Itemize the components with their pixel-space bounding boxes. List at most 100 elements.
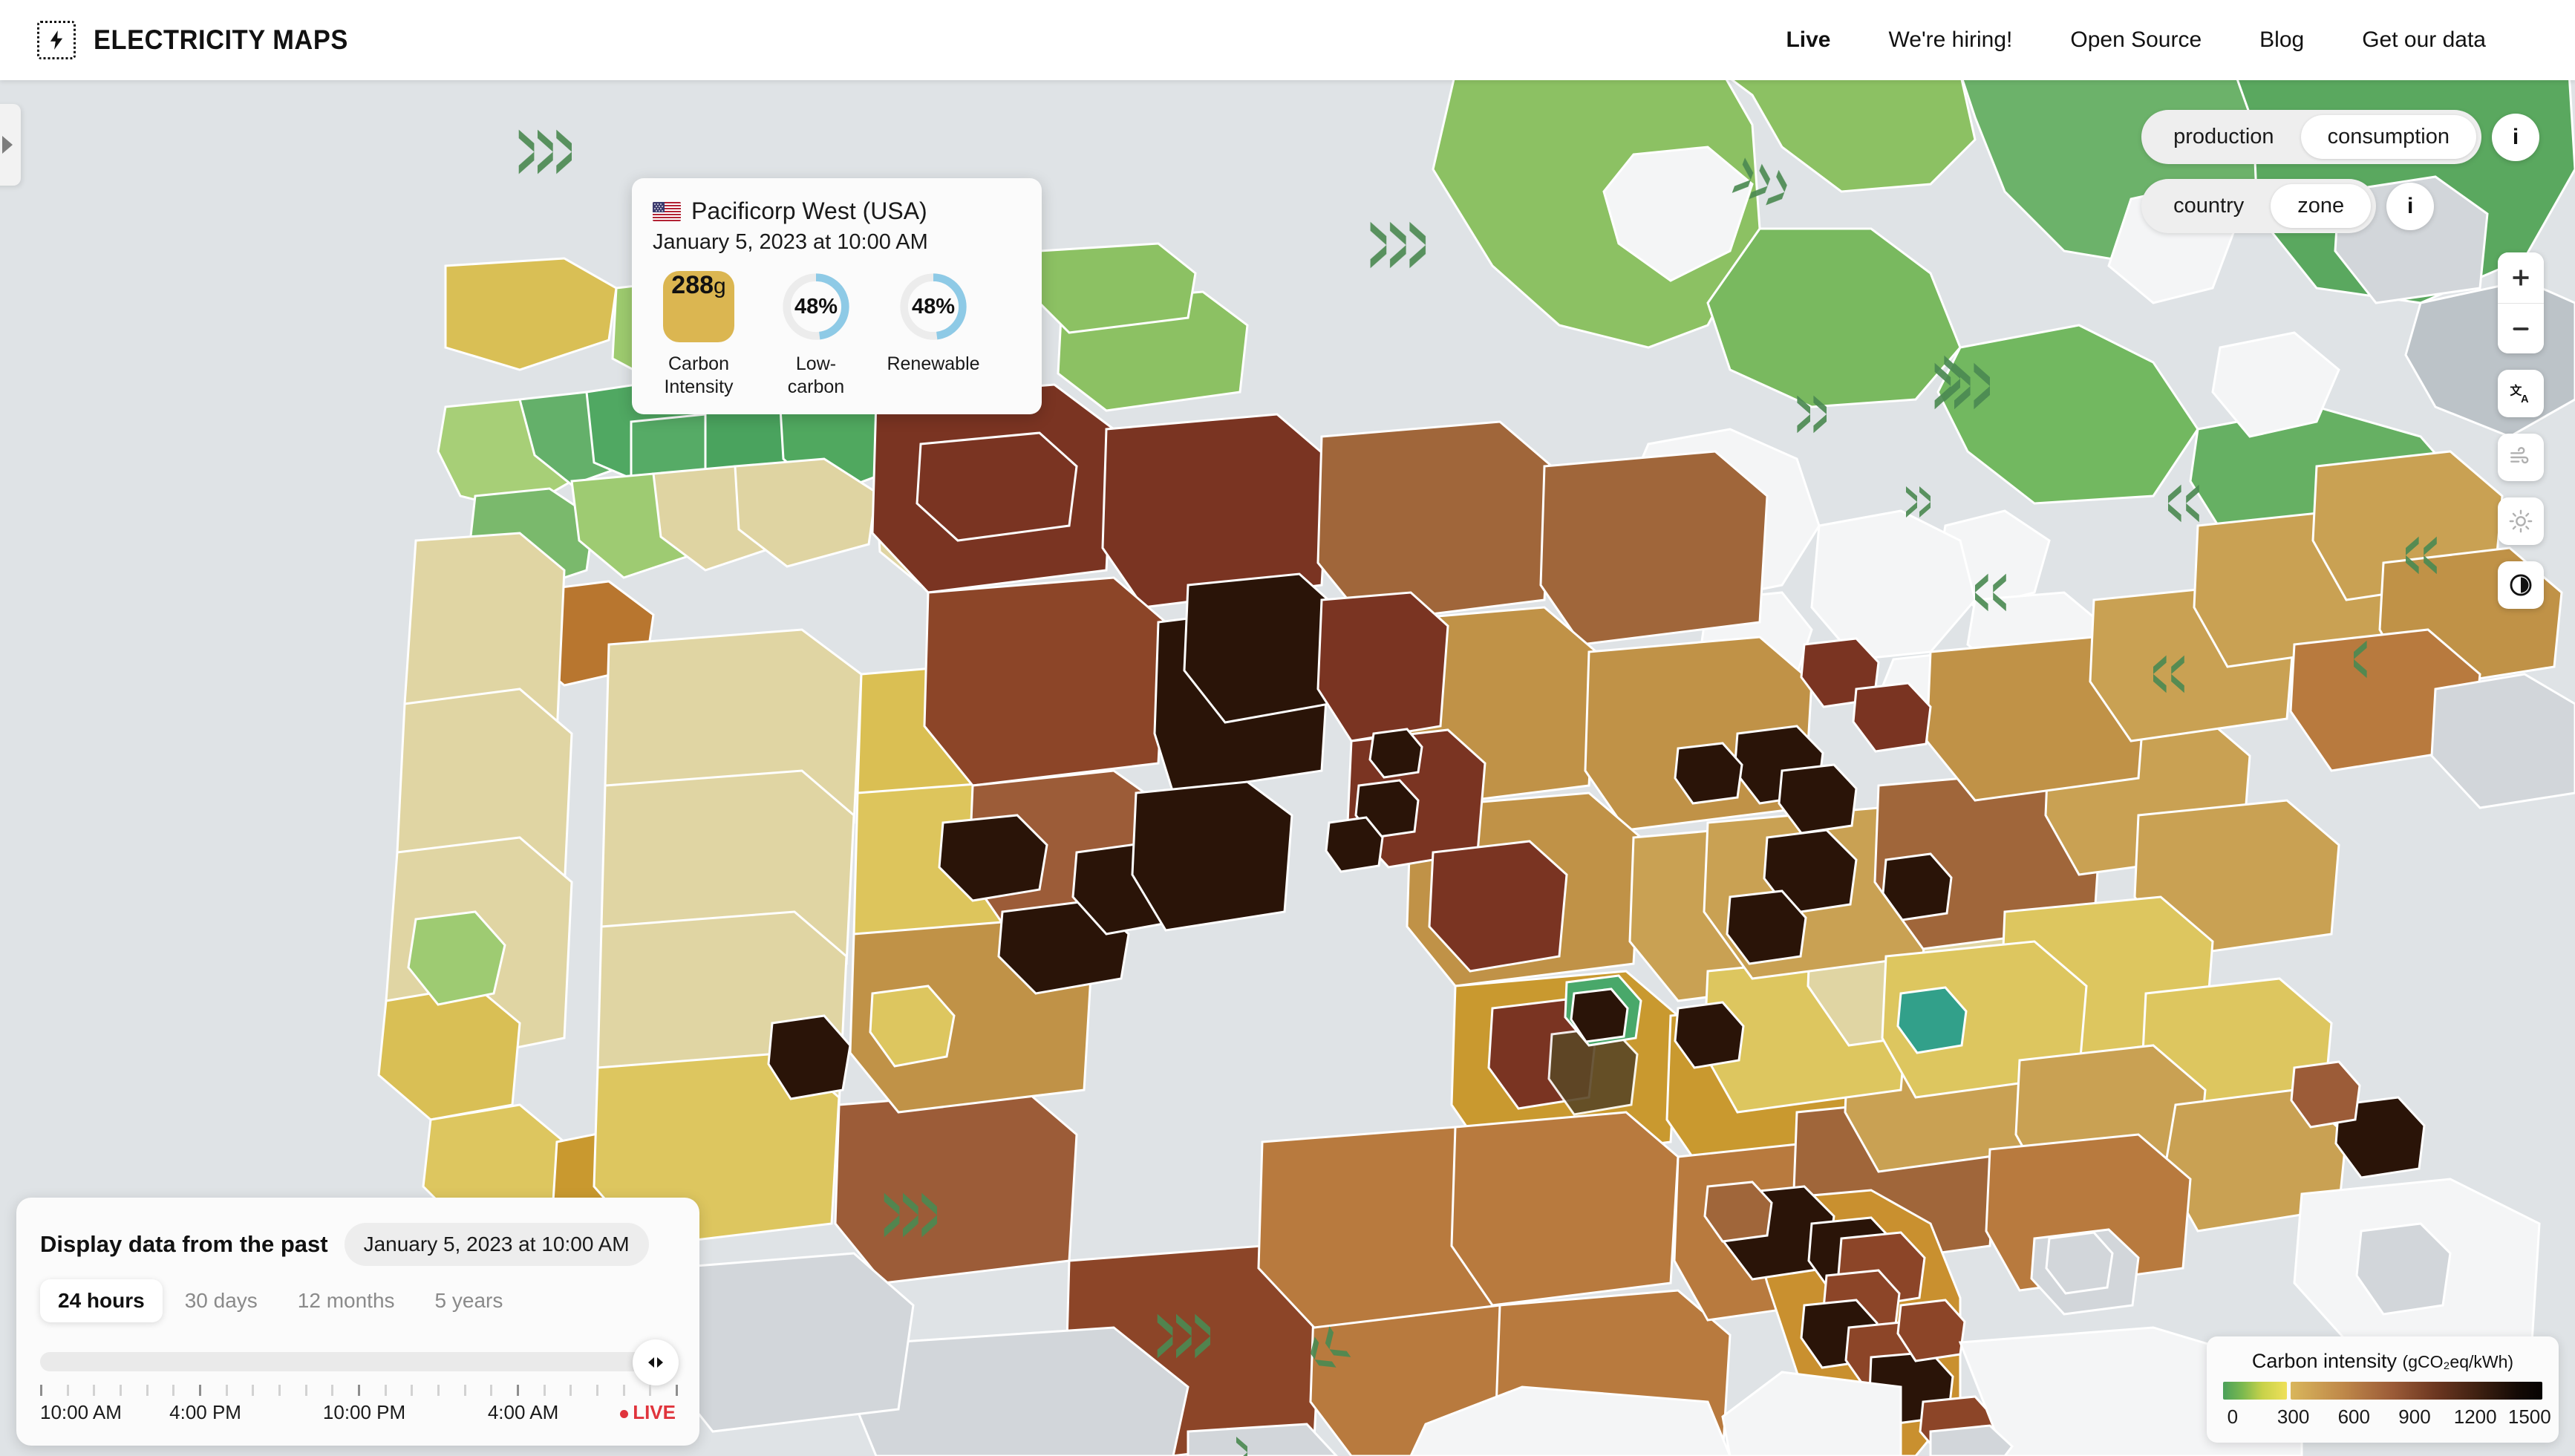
time-tick xyxy=(93,1385,96,1396)
tooltip-zone-name: Pacificorp West (USA) xyxy=(691,197,927,224)
axis-label-0: 10:00 AM xyxy=(40,1401,122,1423)
electricity-maps-app: ELECTRICITY MAPS Live We're hiring! Open… xyxy=(0,0,2575,1456)
nav-item-hiring[interactable]: We're hiring! xyxy=(1888,27,2012,53)
legend-tick-1500: 1500 xyxy=(2507,1406,2551,1428)
low-carbon-donut: 48% xyxy=(780,271,852,342)
zoom-out-button[interactable] xyxy=(2498,303,2544,353)
solar-layer-button[interactable] xyxy=(2498,497,2544,545)
nav-item-live[interactable]: Live xyxy=(1786,27,1830,53)
flow-mode-info-button[interactable]: i xyxy=(2492,113,2539,161)
time-axis-labels: 10:00 AM 4:00 PM 10:00 PM 4:00 AM LIVE xyxy=(40,1401,676,1426)
toggle-option-consumption[interactable]: consumption xyxy=(2300,115,2476,159)
spatial-aggregate-toggle[interactable]: country zone xyxy=(2141,179,2377,233)
time-tick xyxy=(66,1385,69,1396)
legend-tick-0: 0 xyxy=(2227,1406,2239,1428)
chevron-right-icon xyxy=(2,136,13,154)
lightning-bolt-icon xyxy=(37,21,76,59)
time-tick xyxy=(490,1385,493,1396)
zoom-in-button[interactable] xyxy=(2498,252,2544,303)
time-tick xyxy=(331,1385,334,1396)
theme-toggle-button[interactable] xyxy=(2498,561,2544,609)
renewable-value: 48% xyxy=(911,294,956,319)
range-tab-12-months[interactable]: 12 months xyxy=(280,1279,413,1322)
legend-gradient xyxy=(2223,1382,2542,1400)
metric-carbon-intensity: 288 g Carbon Intensity xyxy=(653,271,745,398)
nav-item-blog[interactable]: Blog xyxy=(2259,27,2304,53)
plus-icon xyxy=(2513,270,2529,286)
time-axis-ticks xyxy=(40,1385,678,1397)
minus-icon xyxy=(2513,327,2529,330)
main-nav: Live We're hiring! Open Source Blog Get … xyxy=(1786,27,2486,53)
renewable-label: Renewable xyxy=(887,353,980,374)
toggle-option-country[interactable]: country xyxy=(2147,184,2271,228)
tooltip-header: Pacificorp West (USA) xyxy=(653,197,1021,225)
live-label: LIVE xyxy=(633,1401,676,1423)
time-tick xyxy=(225,1385,228,1396)
legend-gradient-low xyxy=(2223,1382,2287,1400)
time-slider[interactable] xyxy=(40,1339,679,1385)
carbon-intensity-label: Carbon Intensity xyxy=(664,353,734,397)
time-tick xyxy=(120,1385,122,1396)
us-flag-icon xyxy=(653,201,681,221)
range-tab-30-days[interactable]: 30 days xyxy=(167,1279,275,1322)
time-tick xyxy=(146,1385,149,1396)
time-controls-panel: Display data from the past January 5, 20… xyxy=(16,1198,699,1446)
live-indicator[interactable]: LIVE xyxy=(620,1401,676,1424)
time-tick xyxy=(649,1385,652,1396)
axis-label-3: 4:00 AM xyxy=(487,1401,559,1423)
toggle-option-zone[interactable]: zone xyxy=(2271,184,2372,228)
time-panel-header: Display data from the past January 5, 20… xyxy=(40,1223,676,1266)
brand-name: ELECTRICITY MAPS xyxy=(94,25,348,55)
time-tick xyxy=(304,1385,307,1396)
site-header: ELECTRICITY MAPS Live We're hiring! Open… xyxy=(0,0,2575,80)
sun-icon xyxy=(2509,509,2533,533)
time-tick xyxy=(252,1385,255,1396)
spatial-aggregate-row: country zone i xyxy=(2141,179,2539,233)
time-tick xyxy=(596,1385,598,1396)
map-mode-toggles: production consumption i country zone i xyxy=(2141,110,2539,233)
time-tick xyxy=(40,1385,42,1396)
legend-title: Carbon intensity (gCO₂eq/kWh) xyxy=(2223,1350,2542,1373)
toggle-option-production[interactable]: production xyxy=(2147,115,2300,159)
language-button[interactable]: 文 A xyxy=(2498,370,2544,417)
legend-tick-900: 900 xyxy=(2398,1406,2431,1428)
time-tick xyxy=(411,1385,414,1396)
map-control-buttons: 文 A xyxy=(2498,252,2544,609)
zone-tooltip: Pacificorp West (USA) January 5, 2023 at… xyxy=(632,178,1042,414)
low-carbon-label: Low-carbon xyxy=(787,353,845,397)
selected-datetime-pill[interactable]: January 5, 2023 at 10:00 AM xyxy=(344,1223,649,1266)
metric-renewable: 48% Renewable xyxy=(887,271,980,398)
flow-mode-row: production consumption i xyxy=(2141,110,2539,164)
time-tick xyxy=(278,1385,281,1396)
time-slider-track[interactable] xyxy=(40,1352,676,1371)
carbon-intensity-value: 288 xyxy=(671,271,714,299)
range-tabs: 24 hours 30 days 12 months 5 years xyxy=(40,1279,676,1322)
legend-title-text: Carbon intensity xyxy=(2251,1350,2398,1372)
time-slider-handle[interactable] xyxy=(633,1339,679,1385)
tooltip-datetime: January 5, 2023 at 10:00 AM xyxy=(653,230,928,254)
brightness-contrast-icon xyxy=(2510,574,2532,596)
metric-low-carbon: 48% Low-carbon xyxy=(770,271,862,398)
carbon-intensity-legend: Carbon intensity (gCO₂eq/kWh) 0 300 600 … xyxy=(2207,1336,2559,1443)
time-tick xyxy=(172,1385,175,1396)
spatial-aggregate-info-button[interactable]: i xyxy=(2386,182,2435,230)
range-tab-24-hours[interactable]: 24 hours xyxy=(40,1279,163,1322)
low-carbon-value: 48% xyxy=(794,294,838,319)
time-tick xyxy=(569,1385,572,1396)
wind-layer-button[interactable] xyxy=(2498,434,2544,481)
legend-tick-600: 600 xyxy=(2337,1406,2370,1428)
flow-mode-toggle[interactable]: production consumption xyxy=(2141,110,2481,164)
sidebar-expand-handle[interactable] xyxy=(0,104,21,186)
live-dot-icon xyxy=(620,1409,629,1418)
time-tick xyxy=(358,1385,360,1396)
legend-tick-1200: 1200 xyxy=(2453,1406,2497,1428)
brand[interactable]: ELECTRICITY MAPS xyxy=(37,21,368,59)
legend-unit: (gCO₂eq/kWh) xyxy=(2402,1352,2514,1371)
time-tick xyxy=(622,1385,625,1396)
range-tab-5-years[interactable]: 5 years xyxy=(417,1279,521,1322)
svg-text:A: A xyxy=(2521,394,2529,405)
nav-item-get-our-data[interactable]: Get our data xyxy=(2362,27,2486,53)
nav-item-open-source[interactable]: Open Source xyxy=(2070,27,2202,53)
carbon-intensity-chip: 288 g xyxy=(663,271,734,342)
language-icon: 文 A xyxy=(2510,383,2529,405)
